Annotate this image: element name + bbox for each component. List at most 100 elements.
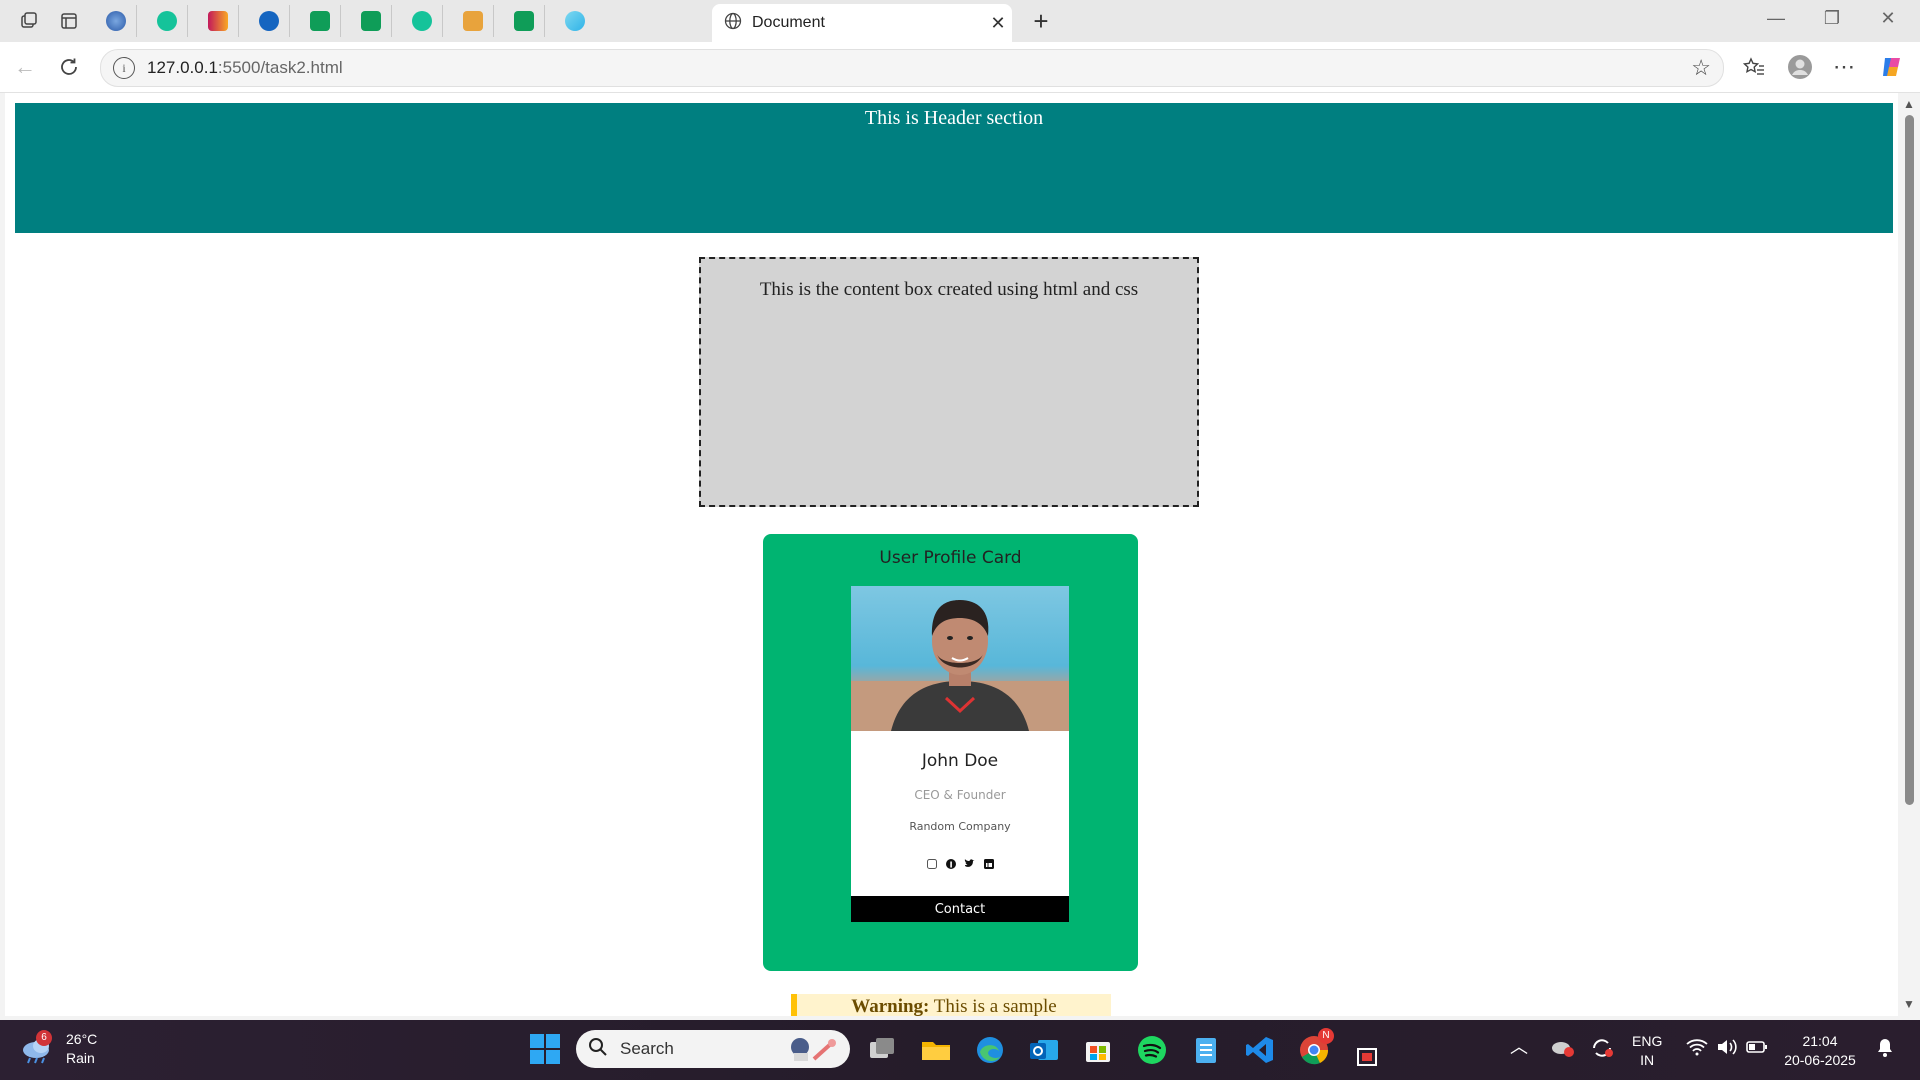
favorite-star-icon[interactable]: ☆ [1691, 55, 1711, 81]
profile-card-inner: John Doe CEO & Founder Random Company Co… [851, 586, 1069, 922]
more-menu-icon[interactable]: ⋯ [1830, 53, 1858, 81]
pinned-tab-4[interactable] [249, 5, 290, 37]
edge-icon[interactable] [974, 1034, 1006, 1066]
microsoft-store-icon[interactable] [1082, 1034, 1114, 1066]
pinned-tab-3[interactable] [198, 5, 239, 37]
volume-icon[interactable] [1716, 1038, 1738, 1061]
onedrive-error-icon[interactable] [1550, 1036, 1576, 1063]
vertical-scrollbar[interactable]: ▲ ▼ [1898, 93, 1920, 1016]
notepad-icon[interactable] [1190, 1034, 1222, 1066]
warning-banner: Warning: This is a sample [791, 994, 1111, 1016]
favorites-icon[interactable] [1740, 53, 1768, 81]
pinned-tab-9[interactable] [504, 5, 545, 37]
lang-top: ENG [1632, 1033, 1663, 1049]
task-view-icon[interactable] [866, 1034, 898, 1066]
profile-card: User Profile Card John Doe CEO & Founder [763, 534, 1138, 971]
sheets-icon [514, 11, 534, 31]
lang-bottom: IN [1640, 1052, 1655, 1068]
taskbar: 6 26°C Rain Search N ︿ ENG IN 21:04 20-0… [0, 1020, 1920, 1080]
profile-name: John Doe [921, 751, 999, 771]
profile-role: CEO & Founder [914, 788, 1006, 802]
snipping-tool-icon[interactable] [1356, 1046, 1380, 1070]
url-text: 127.0.0.1:5500/task2.html [147, 58, 343, 77]
pinned-tab-8[interactable] [453, 5, 494, 37]
pinned-tab-10[interactable] [555, 5, 595, 37]
file-explorer-icon[interactable] [920, 1034, 952, 1066]
language-indicator[interactable]: ENG IN [1632, 1032, 1662, 1070]
cat-site-icon [463, 11, 483, 31]
restore-icon[interactable]: ❐ [1812, 8, 1852, 29]
vscode-icon[interactable] [1244, 1034, 1276, 1066]
warning-label: Warning: [851, 996, 930, 1016]
close-window-icon[interactable]: ✕ [1868, 8, 1908, 29]
battery-icon[interactable] [1746, 1039, 1768, 1060]
tab-actions-icon[interactable] [52, 4, 86, 38]
facebook-icon[interactable] [945, 858, 956, 869]
search-highlight-icon [786, 1035, 838, 1068]
taskbar-search[interactable]: Search [576, 1030, 850, 1068]
tab-title: Document [752, 14, 825, 31]
clock-date: 20-06-2025 [1784, 1052, 1856, 1068]
scroll-down-icon[interactable]: ▼ [1903, 997, 1915, 1011]
workspaces-icon[interactable] [12, 4, 46, 38]
linkedin-icon[interactable] [983, 858, 994, 869]
social-links [851, 858, 1069, 869]
site-info-icon[interactable]: i [113, 57, 135, 79]
twitter-icon[interactable] [964, 858, 975, 869]
copilot-icon[interactable] [1878, 53, 1906, 81]
address-bar[interactable]: i 127.0.0.1:5500/task2.html ☆ [100, 49, 1724, 87]
search-icon [588, 1037, 608, 1062]
notifications-icon[interactable] [1876, 1038, 1894, 1063]
weather-widget[interactable]: 6 26°C Rain [20, 1030, 97, 1068]
grammarly-icon [157, 11, 177, 31]
card-title: User Profile Card [879, 548, 1022, 568]
minimize-icon[interactable]: — [1756, 8, 1796, 29]
new-tab-button[interactable]: + [1024, 4, 1058, 38]
sync-icon[interactable] [1590, 1036, 1614, 1065]
rain-cloud-icon: 6 [20, 1030, 54, 1064]
profile-photo [851, 586, 1069, 731]
search-label: Search [620, 1039, 674, 1058]
bookmark-app-icon [208, 11, 228, 31]
scroll-thumb[interactable] [1905, 115, 1914, 805]
back-arrow-icon[interactable]: ← [10, 52, 40, 82]
start-windows-icon[interactable] [530, 1034, 560, 1064]
pinned-tab-7[interactable] [402, 5, 443, 37]
refresh-icon[interactable] [54, 52, 84, 82]
chrome-icon[interactable]: N [1298, 1028, 1334, 1066]
close-tab-icon[interactable]: ✕ [984, 13, 1012, 34]
profile-company: Random Company [909, 820, 1011, 833]
sheets-icon [361, 11, 381, 31]
contact-button[interactable]: Contact [851, 896, 1069, 922]
show-hidden-icons-chevron-icon[interactable]: ︿ [1510, 1038, 1528, 1057]
profile-avatar-icon[interactable] [1786, 53, 1814, 81]
weather-temp: 26°C [66, 1031, 98, 1047]
scroll-up-icon[interactable]: ▲ [1903, 97, 1915, 111]
weather-desc: Rain [66, 1050, 95, 1066]
grammarly-icon [412, 11, 432, 31]
tab-document[interactable]: Document ✕ [712, 4, 1012, 42]
page-viewport: This is Header section This is the conte… [5, 93, 1898, 1016]
canva-icon [565, 11, 585, 31]
globe-site-icon [106, 11, 126, 31]
outlook-icon[interactable] [1028, 1034, 1060, 1066]
pinned-tab-6[interactable] [351, 5, 392, 37]
warning-text: This is a sample [929, 996, 1057, 1016]
browser-toolbar: ← i 127.0.0.1:5500/task2.html ☆ ⋯ [0, 42, 1920, 93]
pinned-tab-5[interactable] [300, 5, 341, 37]
spotify-icon[interactable] [1136, 1034, 1168, 1066]
tab-strip: Document ✕ + — ❐ ✕ [0, 0, 1920, 42]
globe-icon [724, 12, 742, 35]
weather-badge: 6 [36, 1030, 52, 1046]
sheets-icon [310, 11, 330, 31]
clock[interactable]: 21:04 20-06-2025 [1784, 1032, 1856, 1070]
chrome-profile-badge: N [1318, 1028, 1334, 1044]
pinned-tab-1[interactable] [96, 5, 137, 37]
gear-site-icon [259, 11, 279, 31]
dribbble-icon[interactable] [926, 858, 937, 869]
content-box: This is the content box created using ht… [699, 257, 1199, 507]
clock-time: 21:04 [1802, 1033, 1838, 1049]
header-section: This is Header section [15, 103, 1893, 233]
wifi-icon[interactable] [1686, 1038, 1708, 1061]
pinned-tab-2[interactable] [147, 5, 188, 37]
